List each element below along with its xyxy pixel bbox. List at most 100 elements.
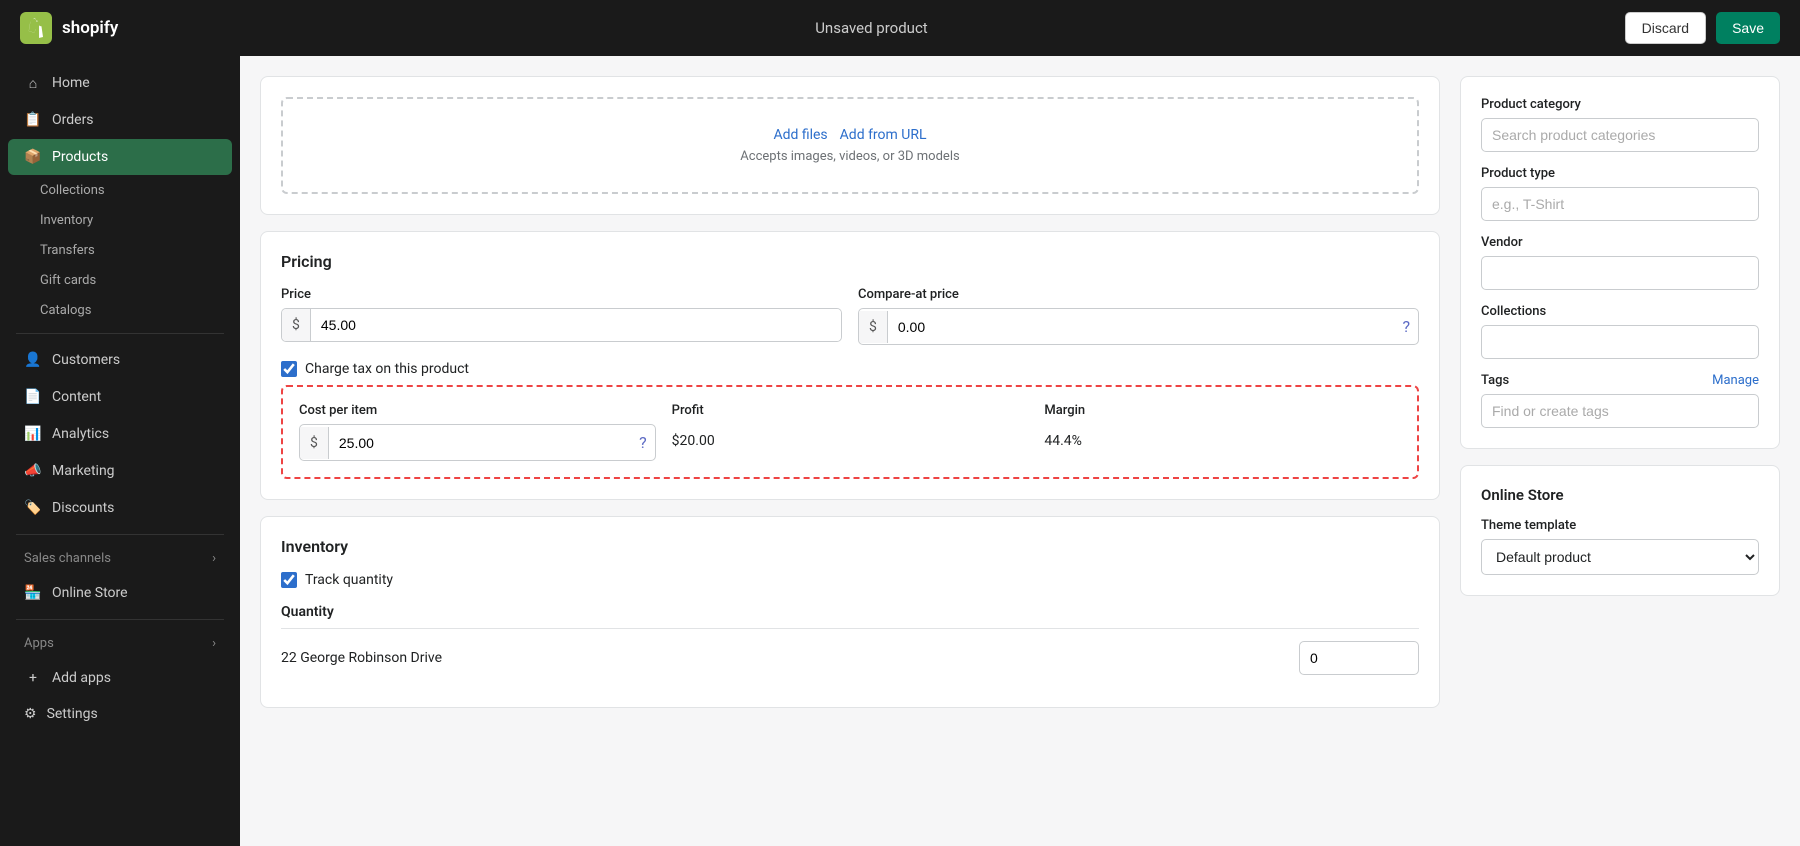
pricing-row: Price $ Compare-at price $ ? [281,287,1419,345]
sidebar-item-orders[interactable]: 📋 Orders [8,102,232,138]
sidebar-item-customers[interactable]: 👤 Customers [8,342,232,378]
apps-section[interactable]: Apps › [8,628,232,659]
online-store-title: Online Store [1481,486,1759,504]
discounts-icon: 🏷️ [24,499,42,517]
sidebar-item-online-store[interactable]: 🏪 Online Store [8,575,232,611]
online-store-icon: 🏪 [24,584,42,602]
left-column: Add files Add from URL Accepts images, v… [260,76,1440,826]
product-category-input[interactable] [1481,118,1759,152]
compare-price-input[interactable] [888,311,1395,343]
sidebar-item-label: Add apps [52,670,111,686]
discard-button[interactable]: Discard [1625,12,1706,44]
inventory-title: Inventory [281,537,1419,556]
profit-label: Profit [672,403,1029,418]
product-type-input[interactable] [1481,187,1759,221]
add-files-link[interactable]: Add files [773,127,827,143]
sidebar-item-label: Products [52,149,108,165]
tags-label: Tags [1481,373,1509,388]
main-layout: ⌂ Home 📋 Orders 📦 Products Collections I… [0,56,1800,846]
sidebar-item-label: Discounts [52,500,114,516]
right-column: Product category Product type Vendor Col… [1460,76,1780,826]
sidebar-item-label: Analytics [52,426,109,442]
price-field: Price $ [281,287,842,345]
online-store-card: Online Store Theme template Default prod… [1460,465,1780,596]
compare-price-input-wrapper: $ ? [858,308,1419,345]
quantity-heading: Quantity [281,604,1419,620]
price-input-wrapper: $ [281,308,842,342]
sidebar-item-content[interactable]: 📄 Content [8,379,232,415]
sidebar-item-analytics[interactable]: 📊 Analytics [8,416,232,452]
track-quantity-checkbox[interactable] [281,572,297,588]
theme-template-select[interactable]: Default product [1481,539,1759,575]
upload-area: Add files Add from URL Accepts images, v… [281,97,1419,194]
apps-label: Apps [24,636,54,651]
sales-channels-section[interactable]: Sales channels › [8,543,232,574]
sidebar-item-settings[interactable]: ⚙ Settings [8,697,232,731]
vendor-input[interactable] [1481,256,1759,290]
sidebar-sub-catalogs[interactable]: Catalogs [28,296,232,325]
sidebar-item-marketing[interactable]: 📣 Marketing [8,453,232,489]
sidebar-sub-inventory[interactable]: Inventory [28,206,232,235]
sidebar-item-label: Marketing [52,463,115,479]
sidebar-item-label: Online Store [52,585,128,601]
sales-channels-label: Sales channels [24,551,111,566]
upload-hint: Accepts images, videos, or 3D models [311,149,1389,164]
charge-tax-checkbox[interactable] [281,361,297,377]
cost-section: Cost per item $ ? Profit $20.00 [281,385,1419,479]
sidebar-sub-collections[interactable]: Collections [28,176,232,205]
quantity-input[interactable] [1299,641,1419,675]
price-input[interactable] [311,309,841,341]
cost-question-icon[interactable]: ? [631,425,655,460]
sidebar-divider-3 [16,619,224,620]
price-label: Price [281,287,842,302]
orders-icon: 📋 [24,111,42,129]
compare-price-field: Compare-at price $ ? [858,287,1419,345]
tags-input[interactable] [1481,394,1759,428]
settings-label: Settings [47,706,98,722]
settings-icon: ⚙ [24,706,37,722]
shopify-logo-icon [20,12,52,44]
vendor-label: Vendor [1481,235,1759,250]
add-apps-icon: + [24,669,42,687]
sidebar-item-home[interactable]: ⌂ Home [8,65,232,101]
sidebar-item-add-apps[interactable]: + Add apps [8,660,232,696]
margin-field: Margin 44.4% [1044,403,1401,458]
sidebar-item-label: Content [52,389,101,405]
sidebar-item-products[interactable]: 📦 Products [8,139,232,175]
sidebar-sub-transfers[interactable]: Transfers [28,236,232,265]
cost-currency: $ [300,427,329,459]
save-button[interactable]: Save [1716,12,1780,44]
cost-per-item-input[interactable] [329,427,631,459]
margin-value: 44.4% [1044,424,1401,458]
sidebar-divider-2 [16,534,224,535]
collections-label: Collections [1481,304,1759,319]
cost-per-item-label: Cost per item [299,403,656,418]
product-type-label: Product type [1481,166,1759,181]
media-card: Add files Add from URL Accepts images, v… [260,76,1440,215]
sidebar-item-discounts[interactable]: 🏷️ Discounts [8,490,232,526]
home-icon: ⌂ [24,74,42,92]
tags-manage-link[interactable]: Manage [1712,373,1759,388]
quantity-section: Quantity 22 George Robinson Drive [281,604,1419,687]
collections-input[interactable] [1481,325,1759,359]
sidebar-sub-gift-cards[interactable]: Gift cards [28,266,232,295]
location-name: 22 George Robinson Drive [281,650,442,666]
sidebar-item-label: Orders [52,112,94,128]
track-quantity-label[interactable]: Track quantity [305,572,393,588]
sidebar: ⌂ Home 📋 Orders 📦 Products Collections I… [0,56,240,846]
sidebar-item-label: Home [52,75,90,91]
track-quantity-row: Track quantity [281,572,1419,588]
product-org-card: Product category Product type Vendor Col… [1460,76,1780,449]
sidebar-divider [16,333,224,334]
price-currency: $ [282,309,311,341]
compare-price-label: Compare-at price [858,287,1419,302]
charge-tax-label[interactable]: Charge tax on this product [305,361,469,377]
sidebar-item-label: Customers [52,352,120,368]
tags-header: Tags Manage [1481,373,1759,388]
profit-value: $20.00 [672,424,1029,458]
topbar-actions: Discard Save [1625,12,1780,44]
question-icon[interactable]: ? [1394,309,1418,344]
customers-icon: 👤 [24,351,42,369]
add-from-url-link[interactable]: Add from URL [840,127,927,143]
products-icon: 📦 [24,148,42,166]
